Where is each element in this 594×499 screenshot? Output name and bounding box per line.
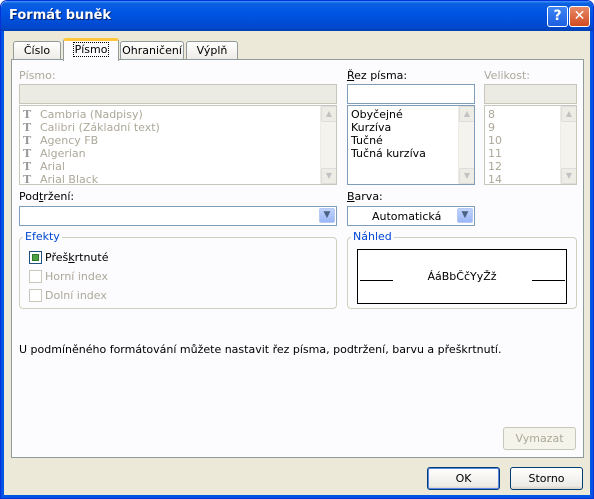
truetype-font-icon: T bbox=[23, 121, 32, 134]
font-list-scrollbar[interactable]: ▲ ▼ bbox=[320, 106, 336, 184]
font-style-item[interactable]: Tučné bbox=[351, 134, 383, 147]
tab-fill[interactable]: Výplň bbox=[186, 41, 238, 60]
preview-sample-text: ÁáBbČčYyŽž bbox=[427, 270, 497, 283]
tab-border-label: Ohraničení bbox=[122, 44, 182, 57]
tab-border[interactable]: Ohraničení bbox=[120, 41, 184, 60]
font-name-input[interactable] bbox=[19, 84, 337, 104]
tab-number-label: Číslo bbox=[23, 44, 51, 57]
font-size-input[interactable] bbox=[484, 84, 577, 104]
font-label: Písmo: bbox=[19, 69, 56, 82]
tab-font[interactable]: Písmo bbox=[63, 38, 119, 61]
font-size-item[interactable]: 9 bbox=[488, 121, 495, 134]
superscript-label[interactable]: Horní index bbox=[45, 270, 108, 283]
font-style-input[interactable] bbox=[347, 84, 475, 104]
close-button[interactable]: ✕ bbox=[569, 6, 590, 27]
tab-font-label: Písmo bbox=[72, 42, 110, 57]
font-item-label: Agency FB bbox=[40, 134, 99, 147]
cancel-button[interactable]: Storno bbox=[510, 467, 583, 490]
scroll-down-icon[interactable]: ▼ bbox=[321, 168, 336, 184]
truetype-font-icon: T bbox=[23, 134, 32, 147]
clear-button[interactable]: Vymazat bbox=[503, 427, 576, 450]
effects-title: Efekty bbox=[23, 230, 62, 243]
font-style-scrollbar[interactable]: ▲ ▼ bbox=[458, 106, 474, 184]
window-title: Formát buněk bbox=[9, 8, 112, 23]
tab-fill-label: Výplň bbox=[196, 44, 228, 57]
truetype-font-icon: T bbox=[23, 160, 32, 173]
scroll-up-icon[interactable]: ▲ bbox=[459, 106, 474, 122]
ok-button[interactable]: OK bbox=[427, 467, 500, 490]
checkbox-indeterminate-icon bbox=[32, 254, 39, 261]
font-size-item[interactable]: 8 bbox=[488, 108, 495, 121]
font-style-item[interactable]: Kurzíva bbox=[351, 121, 391, 134]
underline-label: Podtržení: bbox=[19, 190, 75, 203]
strikethrough-checkbox[interactable] bbox=[29, 251, 42, 264]
preview-title: Náhled bbox=[351, 230, 394, 243]
scroll-down-icon[interactable]: ▼ bbox=[459, 168, 474, 184]
font-size-item[interactable]: 11 bbox=[488, 147, 502, 160]
window-border-right bbox=[590, 31, 593, 498]
color-value: Automatická bbox=[372, 210, 442, 223]
conditional-format-info: U podmíněného formátování můžete nastavi… bbox=[19, 343, 502, 356]
font-list[interactable]: T Cambria (Nadpisy) T Calibri (Základní … bbox=[19, 105, 337, 185]
underline-combo[interactable]: ▼ bbox=[19, 206, 337, 226]
font-size-scrollbar[interactable]: ▲ ▼ bbox=[560, 106, 576, 184]
chevron-down-icon[interactable]: ▼ bbox=[319, 208, 335, 223]
superscript-checkbox[interactable] bbox=[29, 270, 42, 283]
font-style-label: Řez písma: bbox=[347, 69, 408, 82]
help-button[interactable]: ? bbox=[547, 6, 568, 27]
window-border-bottom bbox=[1, 495, 593, 498]
scroll-up-icon[interactable]: ▲ bbox=[321, 106, 336, 122]
strikethrough-label[interactable]: Přeškrtnuté bbox=[45, 251, 108, 264]
font-item-label: Arial Black bbox=[40, 173, 99, 185]
font-item-label: Calibri (Základní text) bbox=[40, 121, 160, 134]
color-combo[interactable]: Automatická ▼ bbox=[347, 206, 475, 226]
subscript-label[interactable]: Dolní index bbox=[45, 289, 107, 302]
window-border-left bbox=[1, 31, 4, 498]
format-cells-dialog: Formát buněk ? ✕ Číslo Písmo Ohraničení … bbox=[0, 0, 594, 499]
truetype-font-icon: T bbox=[23, 173, 32, 185]
font-size-list[interactable]: 8 9 10 11 12 14 ▲ ▼ bbox=[484, 105, 577, 185]
truetype-font-icon: T bbox=[23, 147, 32, 160]
font-size-label: Velikost: bbox=[484, 69, 531, 82]
font-item-label: Arial bbox=[40, 160, 65, 173]
scroll-down-icon[interactable]: ▼ bbox=[561, 168, 576, 184]
tab-number[interactable]: Číslo bbox=[13, 41, 61, 60]
title-bar[interactable]: Formát buněk ? ✕ bbox=[1, 1, 593, 31]
font-item-label: Cambria (Nadpisy) bbox=[40, 108, 143, 121]
font-item-label: Algerian bbox=[40, 147, 86, 160]
color-label: Barva: bbox=[347, 190, 383, 203]
font-style-item[interactable]: Tučná kurzíva bbox=[351, 147, 426, 160]
preview-box: ÁáBbČčYyŽž bbox=[357, 249, 567, 304]
font-style-item[interactable]: Obyčejné bbox=[351, 108, 403, 121]
font-size-item[interactable]: 12 bbox=[488, 160, 502, 173]
truetype-font-icon: T bbox=[23, 108, 32, 121]
scroll-up-icon[interactable]: ▲ bbox=[561, 106, 576, 122]
subscript-checkbox[interactable] bbox=[29, 289, 42, 302]
font-size-item[interactable]: 10 bbox=[488, 134, 502, 147]
font-style-list[interactable]: Obyčejné Kurzíva Tučné Tučná kurzíva ▲ ▼ bbox=[347, 105, 475, 185]
chevron-down-icon[interactable]: ▼ bbox=[457, 208, 473, 223]
font-style-label-rest: ez písma: bbox=[354, 69, 408, 82]
font-size-item[interactable]: 14 bbox=[488, 173, 502, 184]
